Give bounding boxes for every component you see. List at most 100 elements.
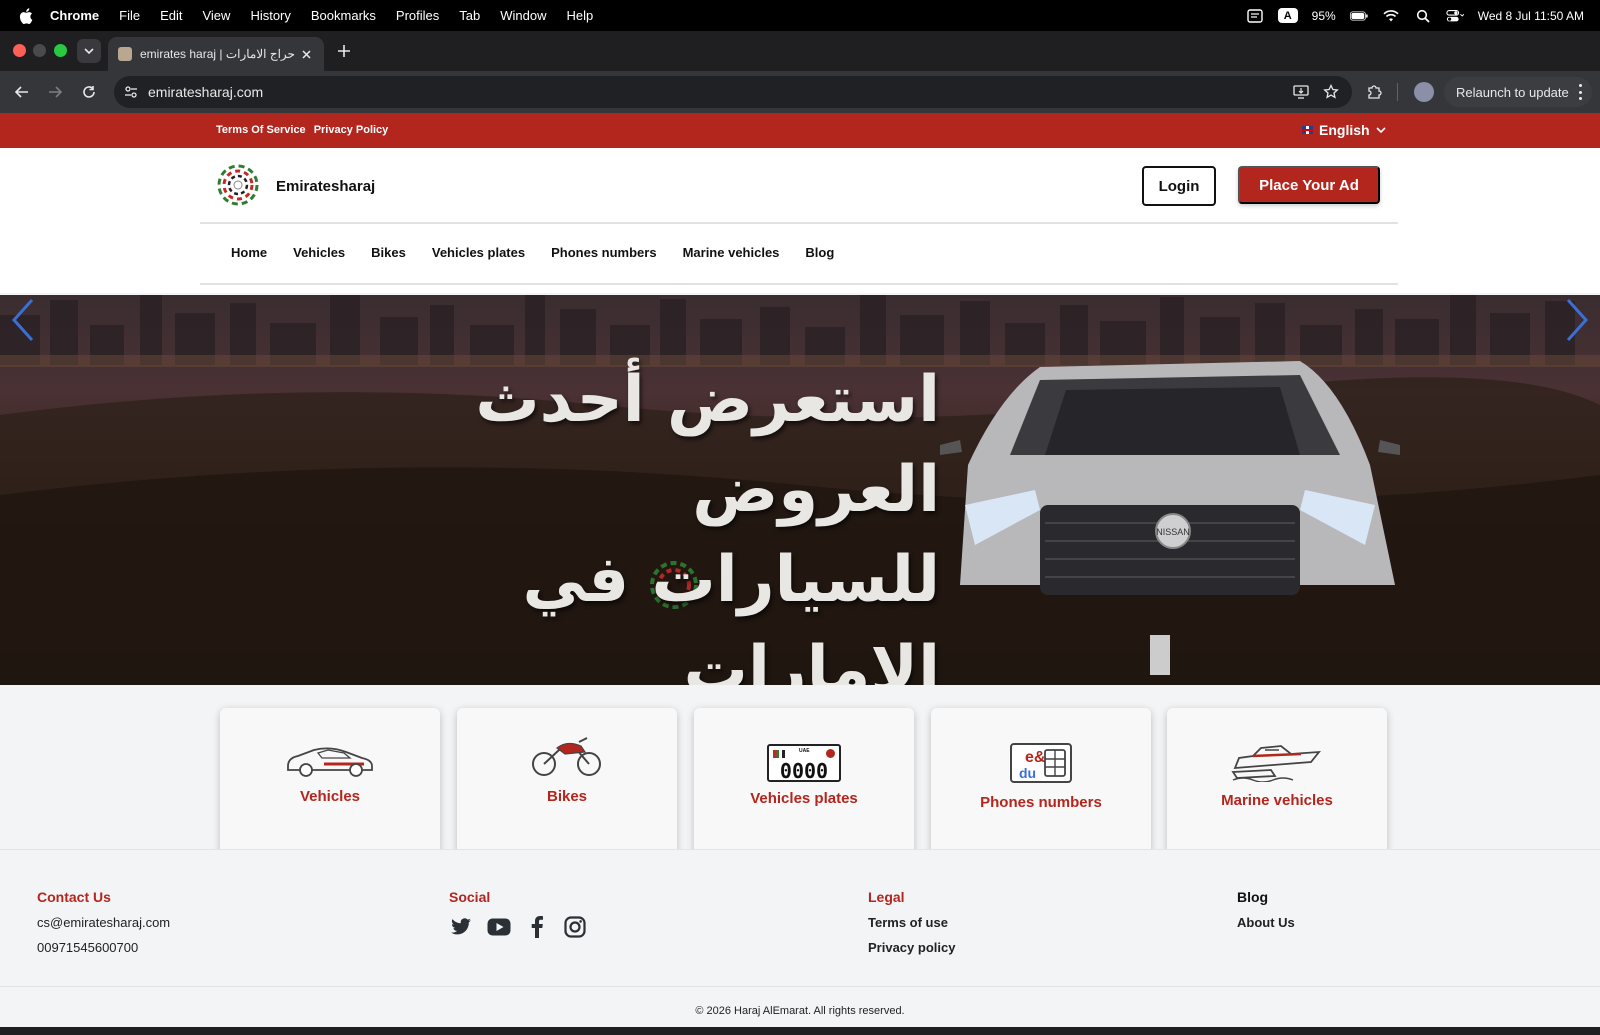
instagram-icon[interactable]	[563, 915, 587, 939]
new-tab-plus-icon[interactable]	[335, 42, 353, 60]
nav-bikes[interactable]: Bikes	[371, 245, 406, 260]
category-card-marine-vehicles[interactable]: Marine vehicles	[1167, 708, 1387, 856]
motorbike-icon	[532, 737, 601, 776]
spotlight-search-icon[interactable]	[1414, 9, 1432, 23]
twitter-icon[interactable]	[449, 915, 473, 939]
emiratesharaj-logo-icon[interactable]	[216, 163, 260, 207]
window-bottom-edge	[0, 1027, 1600, 1035]
extensions-puzzle-icon[interactable]	[1364, 82, 1384, 102]
bookmark-star-icon[interactable]	[1322, 83, 1340, 101]
tab-search-chevron-icon[interactable]	[77, 39, 101, 63]
privacy-policy-footer-link[interactable]: Privacy policy	[868, 940, 955, 955]
address-bar[interactable]: emiratesharaj.com	[114, 76, 1352, 108]
keyboard-input-icon[interactable]: A	[1277, 8, 1298, 23]
hero-headline-line2: للسيارات في الإمارات	[522, 543, 940, 685]
footer-links-column: Blog About Us	[1237, 889, 1295, 940]
nav-home[interactable]: Home	[231, 245, 267, 260]
license-plate-icon: UAE 0000	[767, 744, 841, 782]
install-app-icon[interactable]	[1292, 83, 1310, 101]
apple-logo-icon[interactable]	[18, 7, 34, 24]
browser-toolbar: emiratesharaj.com Relaunch to update	[0, 71, 1600, 113]
login-button[interactable]: Login	[1142, 166, 1216, 206]
control-center-icon[interactable]	[1446, 9, 1464, 23]
top-utility-bar: Terms Of Service Privacy Policy English	[0, 113, 1600, 148]
nav-vehicles-plates[interactable]: Vehicles plates	[432, 245, 525, 260]
privacy-policy-link[interactable]: Privacy Policy	[314, 124, 389, 136]
site-header: Emiratesharaj Login Place Your Ad Home V…	[0, 148, 1600, 293]
menu-view[interactable]: View	[202, 8, 230, 23]
category-card-vehicles[interactable]: Vehicles	[220, 708, 440, 856]
category-card-vehicles-plates[interactable]: UAE 0000 Vehicles plates	[694, 708, 914, 856]
brand-name[interactable]: Emiratesharaj	[276, 178, 375, 195]
toolbar-divider	[1397, 83, 1398, 101]
menu-tab[interactable]: Tab	[459, 8, 480, 23]
category-card-phones-numbers[interactable]: e& du Phones numbers	[931, 708, 1151, 856]
wifi-icon[interactable]	[1382, 9, 1400, 23]
about-us-link[interactable]: About Us	[1237, 915, 1295, 930]
relaunch-label: Relaunch to update	[1456, 84, 1569, 100]
footer-legal-column: Legal Terms of use Privacy policy	[868, 889, 955, 965]
category-card-bikes[interactable]: Bikes	[457, 708, 677, 856]
reload-icon[interactable]	[79, 82, 99, 102]
tab-close-icon[interactable]	[298, 46, 314, 62]
clock[interactable]: Wed 8 Jul 11:50 AM	[1478, 9, 1584, 23]
site-footer: Contact Us cs@emiratesharaj.com 00971545…	[0, 850, 1600, 1027]
profile-avatar[interactable]	[1414, 82, 1434, 102]
nav-phones-numbers[interactable]: Phones numbers	[551, 245, 656, 260]
emblem-icon	[826, 749, 835, 758]
battery-icon[interactable]	[1349, 9, 1368, 23]
hero-banner: NISSAN استعرض أحدث العروض للسيارات في ال…	[0, 295, 1600, 685]
contact-email[interactable]: cs@emiratesharaj.com	[37, 915, 170, 930]
nav-blog[interactable]: Blog	[805, 245, 834, 260]
nav-marine-vehicles[interactable]: Marine vehicles	[683, 245, 780, 260]
browser-tab-active[interactable]: emirates haraj | حراج الامارات	[108, 37, 324, 71]
menu-window[interactable]: Window	[500, 8, 546, 23]
uae-flag-icon	[773, 750, 785, 758]
url-text[interactable]: emiratesharaj.com	[148, 84, 263, 100]
contact-phone[interactable]: 00971545600700	[37, 940, 170, 955]
menu-file[interactable]: File	[119, 8, 140, 23]
youtube-icon[interactable]	[487, 915, 511, 939]
terms-of-use-link[interactable]: Terms of use	[868, 915, 955, 930]
menu-help[interactable]: Help	[567, 8, 594, 23]
plate-label: UAE	[799, 748, 810, 754]
category-label: Bikes	[546, 788, 588, 805]
battery-percent: 95%	[1311, 8, 1336, 23]
terms-of-service-link[interactable]: Terms Of Service	[216, 124, 306, 136]
footer-social-column: Social	[449, 889, 587, 939]
language-selector[interactable]: English	[1302, 122, 1386, 138]
main-navigation: Home Vehicles Bikes Vehicles plates Phon…	[231, 245, 834, 260]
menu-bookmarks[interactable]: Bookmarks	[311, 8, 376, 23]
social-heading: Social	[449, 889, 491, 905]
forward-arrow-icon[interactable]	[45, 82, 65, 102]
menu-profiles[interactable]: Profiles	[396, 8, 439, 23]
carousel-prev-chevron-icon[interactable]	[8, 295, 38, 345]
svg-text:du: du	[1019, 765, 1036, 781]
contact-heading: Contact Us	[37, 889, 111, 905]
copyright-divider	[0, 986, 1600, 987]
category-label: Vehicles	[299, 788, 361, 805]
menu-history[interactable]: History	[250, 8, 290, 23]
reader-icon[interactable]	[1246, 8, 1264, 23]
macos-menu-bar: Chrome File Edit View History Bookmarks …	[0, 0, 1600, 31]
window-close-button[interactable]	[13, 44, 26, 57]
facebook-icon[interactable]	[525, 915, 549, 939]
sim-card-icon: e& du	[1010, 743, 1072, 783]
header-divider	[200, 222, 1398, 224]
back-arrow-icon[interactable]	[12, 82, 32, 102]
menu-edit[interactable]: Edit	[160, 8, 182, 23]
carousel-next-chevron-icon[interactable]	[1562, 295, 1592, 345]
menu-chrome[interactable]: Chrome	[50, 8, 99, 23]
legal-heading: Legal	[868, 889, 905, 905]
chrome-menu-dots-icon[interactable]	[1578, 84, 1582, 100]
blog-footer-link[interactable]: Blog	[1237, 889, 1295, 905]
category-label: Phones numbers	[980, 794, 1102, 811]
relaunch-to-update-button[interactable]: Relaunch to update	[1444, 77, 1592, 107]
car-icon	[287, 747, 373, 777]
nav-vehicles[interactable]: Vehicles	[293, 245, 345, 260]
window-minimize-button[interactable]	[33, 44, 46, 57]
site-settings-tune-icon[interactable]	[122, 83, 140, 101]
window-zoom-button[interactable]	[54, 44, 67, 57]
category-label: Marine vehicles	[1221, 792, 1333, 809]
place-your-ad-button[interactable]: Place Your Ad	[1238, 166, 1380, 204]
